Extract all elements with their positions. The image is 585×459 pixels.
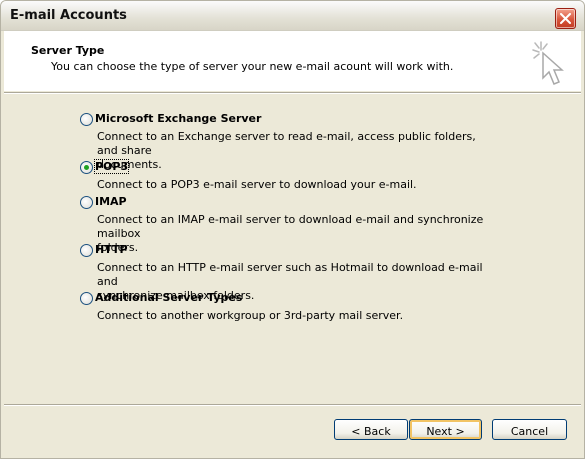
radio-http-button[interactable]	[80, 244, 93, 257]
close-button[interactable]	[555, 8, 576, 29]
radio-exchange-button[interactable]	[80, 113, 93, 126]
additional-description: Connect to another workgroup or 3rd-part…	[97, 309, 497, 323]
radio-imap-button[interactable]	[80, 196, 93, 209]
header-separator	[4, 92, 581, 94]
radio-http-label[interactable]: HTTP	[95, 243, 128, 256]
imap-description: Connect to an IMAP e-mail server to down…	[97, 213, 497, 255]
http-description-line-1: Connect to an HTTP e-mail server such as…	[97, 261, 483, 288]
next-button[interactable]: Next >	[409, 419, 482, 440]
exchange-description: Connect to an Exchange server to read e-…	[97, 130, 497, 172]
wizard-header: Server Type You can choose the type of s…	[4, 31, 581, 91]
title-bar[interactable]: E-mail Accounts	[1, 1, 584, 31]
page-subtitle: You can choose the type of server your n…	[51, 60, 454, 73]
exchange-description-line-2: documents.	[97, 158, 162, 171]
pop3-description: Connect to a POP3 e-mail server to downl…	[97, 178, 497, 192]
cursor-sparkle-icon	[532, 41, 564, 85]
footer-separator	[4, 404, 581, 406]
radio-pop3-label[interactable]: POP3	[93, 159, 130, 174]
radio-imap-label[interactable]: IMAP	[95, 195, 127, 208]
back-button[interactable]: < Back	[334, 419, 408, 440]
cancel-button[interactable]: Cancel	[492, 419, 567, 440]
radio-additional-label[interactable]: Additional Server Types	[95, 291, 242, 304]
close-icon	[560, 13, 571, 24]
imap-description-line-1: Connect to an IMAP e-mail server to down…	[97, 213, 484, 240]
exchange-description-line-1: Connect to an Exchange server to read e-…	[97, 130, 476, 157]
radio-additional-button[interactable]	[80, 292, 93, 305]
imap-description-line-2: folders.	[97, 241, 139, 254]
radio-pop3-button[interactable]	[80, 161, 93, 174]
pop3-description-line-1: Connect to a POP3 e-mail server to downl…	[97, 178, 417, 191]
page-title: Server Type	[31, 44, 105, 57]
window-title: E-mail Accounts	[10, 8, 127, 23]
radio-exchange-label[interactable]: Microsoft Exchange Server	[95, 112, 261, 125]
additional-description-line-1: Connect to another workgroup or 3rd-part…	[97, 309, 404, 322]
email-accounts-dialog: E-mail Accounts Server Type You can choo…	[0, 0, 585, 459]
